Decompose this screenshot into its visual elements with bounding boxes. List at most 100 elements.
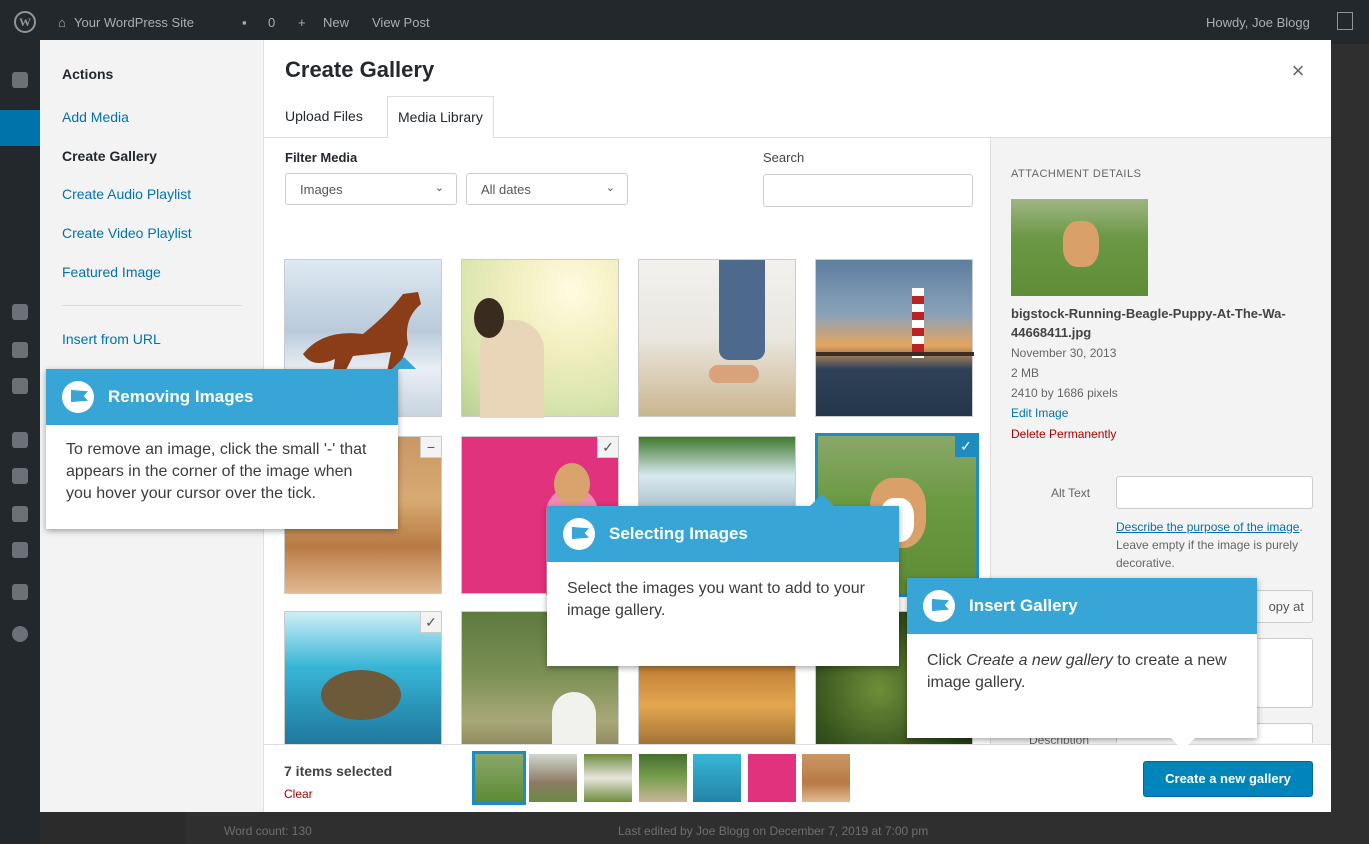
clear-selection-link[interactable]: Clear (284, 787, 313, 801)
filter-date-select[interactable]: All dates ⌄ (466, 173, 628, 205)
callout-body: To remove an image, click the small '-' … (66, 441, 367, 502)
last-edited: Last edited by Joe Blogg on December 7, … (618, 824, 929, 838)
callout-title: Insert Gallery (969, 596, 1078, 615)
beagle-preview-shape (1063, 221, 1099, 267)
lighthouse-image (816, 260, 972, 416)
selection-count: 7 items selected (284, 763, 393, 779)
settings-icon[interactable] (12, 584, 28, 600)
delete-permanently-link[interactable]: Delete Permanently (1011, 427, 1116, 441)
attachment-preview (1011, 199, 1148, 296)
tab-upload-files[interactable]: Upload Files (285, 108, 363, 124)
callout-pointer (392, 357, 416, 369)
editor-footer: Word count: 130 Last edited by Joe Blogg… (186, 812, 1369, 844)
plus-icon[interactable]: + (298, 15, 306, 30)
check-icon[interactable]: ✓ (597, 436, 619, 458)
attachment-thumb-lighthouse[interactable] (815, 259, 974, 417)
callout-selecting-images: Selecting Images Select the images you w… (547, 494, 899, 666)
callout-insert-gallery: Insert Gallery Click Create a new galler… (907, 578, 1257, 750)
attachment-filename: bigstock-Running-Beagle-Puppy-At-The-Wa-… (1011, 306, 1286, 340)
pier-shape (816, 352, 974, 356)
filter-type-value: Images (300, 182, 343, 197)
callout-pointer (810, 494, 834, 506)
router-tabs: Upload Files Media Library (264, 96, 1331, 139)
comments-count[interactable]: 0 (268, 15, 275, 30)
selection-thumb-pink[interactable] (748, 754, 796, 802)
attachment-details-heading: ATTACHMENT DETAILS (1011, 168, 1142, 180)
alt-text-input[interactable] (1116, 476, 1313, 509)
collapse-icon[interactable] (12, 626, 28, 642)
users-icon[interactable] (12, 506, 28, 522)
view-post-link[interactable]: View Post (372, 15, 430, 30)
new-link[interactable]: New (323, 15, 349, 30)
filter-media-label: Filter Media (285, 150, 358, 165)
turtle-shape (321, 670, 401, 720)
dashboard-icon[interactable] (12, 72, 28, 88)
flag-icon (62, 381, 94, 413)
callout-pointer (1171, 738, 1195, 750)
edit-image-link[interactable]: Edit Image (1011, 406, 1068, 420)
flag-icon (923, 590, 955, 622)
alt-help-link[interactable]: Describe the purpose of the image (1116, 520, 1299, 534)
comments-icon[interactable]: ▪ (242, 15, 247, 30)
selection-thumb-4[interactable] (639, 754, 687, 802)
appearance-icon[interactable] (12, 432, 28, 448)
site-name-link[interactable]: Your WordPress Site (74, 15, 194, 30)
menu-item-add-media[interactable]: Add Media (62, 109, 129, 125)
check-icon[interactable]: ✓ (420, 611, 442, 633)
filter-type-select[interactable]: Images ⌄ (285, 173, 457, 205)
menu-heading: Actions (62, 66, 114, 82)
alt-text-label: Alt Text (1051, 486, 1091, 500)
avatar[interactable] (1337, 12, 1353, 30)
create-new-gallery-button[interactable]: Create a new gallery (1143, 761, 1313, 797)
menu-item-create-video-playlist[interactable]: Create Video Playlist (62, 225, 192, 241)
callout-removing-images: Removing Images To remove an image, clic… (46, 357, 416, 529)
remove-minus-icon[interactable]: − (420, 436, 442, 458)
callout-header: Selecting Images (547, 506, 899, 562)
attachment-thumb-headphones[interactable] (461, 259, 619, 418)
callout-header: Removing Images (46, 369, 398, 425)
callout-header: Insert Gallery (907, 578, 1257, 634)
plugins-icon[interactable] (12, 468, 28, 484)
wordpress-logo-icon[interactable]: W (14, 11, 36, 33)
filter-date-value: All dates (481, 182, 531, 197)
callout-body: Click Create a new gallery to create a n… (927, 650, 1239, 694)
admin-bar: W ⌂ Your WordPress Site ▪ 0 + New View P… (0, 0, 1369, 44)
close-icon[interactable]: × (1283, 56, 1313, 86)
editor-background (1331, 44, 1369, 812)
chevron-down-icon: ⌄ (434, 182, 444, 194)
selection-thumb-desert[interactable] (802, 754, 850, 802)
callout-title: Removing Images (108, 387, 254, 406)
modal-title: Create Gallery (285, 57, 435, 82)
menu-item-featured-image[interactable]: Featured Image (62, 264, 161, 280)
tab-media-library[interactable]: Media Library (387, 96, 494, 139)
selection-thumb-3[interactable] (584, 754, 632, 802)
pages-icon[interactable] (12, 342, 28, 358)
home-icon[interactable]: ⌂ (58, 15, 66, 30)
attachment-thumb-beach-feet[interactable] (638, 259, 796, 417)
menu-item-create-gallery[interactable]: Create Gallery (62, 148, 157, 164)
admin-menu (0, 44, 40, 844)
selection-thumb-beagle[interactable] (472, 751, 526, 805)
tools-icon[interactable] (12, 542, 28, 558)
menu-item-insert-from-url[interactable]: Insert from URL (62, 331, 161, 347)
attachment-date: November 30, 2013 (1011, 346, 1117, 360)
girl-head-shape (554, 463, 590, 505)
comments-menu-icon[interactable] (12, 378, 28, 394)
headphones-shape (474, 298, 504, 338)
lighthouse-shape (912, 288, 924, 358)
menu-item-create-audio-playlist[interactable]: Create Audio Playlist (62, 186, 191, 202)
jeans-shape (719, 260, 765, 360)
callout-body: Select the images you want to add to you… (567, 580, 865, 619)
check-icon[interactable]: ✓ (955, 435, 977, 457)
media-icon[interactable] (12, 304, 28, 320)
foot-shape (709, 365, 759, 383)
chevron-down-icon: ⌄ (605, 182, 615, 194)
flag-icon (563, 518, 595, 550)
selection-thumb-2[interactable] (529, 754, 577, 802)
howdy-link[interactable]: Howdy, Joe Blogg (1206, 15, 1310, 30)
posts-icon[interactable] (0, 110, 40, 146)
word-count: Word count: 130 (224, 824, 312, 838)
search-input[interactable] (763, 174, 973, 207)
selection-thumb-turtle[interactable] (693, 754, 741, 802)
attachment-dimensions: 2410 by 1686 pixels (1011, 386, 1118, 400)
